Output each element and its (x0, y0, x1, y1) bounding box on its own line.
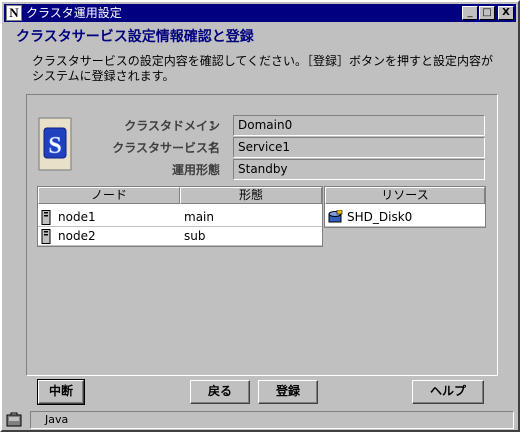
maximize-button[interactable]: □ (479, 6, 495, 20)
domain-value: Domain0 (233, 115, 485, 136)
service-name-value: Service1 (233, 137, 485, 158)
java-security-icon (6, 412, 22, 427)
resource-table[interactable]: リソース SHD_Disk0 (324, 186, 486, 228)
server-icon (41, 229, 51, 244)
operation-mode-colon: : (210, 161, 215, 175)
mode-column-header[interactable]: 形態 (180, 187, 322, 204)
close-button[interactable]: X (498, 6, 514, 20)
table-row[interactable]: node1 main (38, 208, 322, 227)
help-button[interactable]: ヘルプ (412, 380, 484, 404)
status-text: Java (30, 411, 514, 429)
service-name-label: クラスタサービス名 (112, 141, 220, 155)
mode-cell: main (180, 208, 322, 227)
resource-cell: SHD_Disk0 (325, 208, 485, 227)
abort-button[interactable]: 中断 (37, 379, 85, 405)
domain-label: クラスタドメイン (124, 119, 220, 133)
service-name-colon: : (210, 139, 215, 153)
app-icon[interactable]: N (6, 5, 22, 21)
description-line-1: クラスタサービスの設定内容を確認してください。［登録］ボタンを押すと設定内容が (32, 54, 494, 68)
dialog-window: N クラスタ運用設定 _ □ X クラスタサービス設定情報確認と登録 クラスタサ… (0, 0, 520, 432)
table-row[interactable]: node2 sub (38, 227, 322, 246)
mode-cell: sub (180, 227, 322, 246)
page-title: クラスタサービス設定情報確認と登録 (16, 29, 254, 45)
back-button[interactable]: 戻る (190, 380, 250, 404)
resource-name: SHD_Disk0 (347, 210, 413, 224)
node-name: node1 (58, 210, 96, 224)
operation-mode-value: Standby (233, 159, 485, 180)
node-cell: node2 (38, 227, 180, 246)
node-column-header[interactable]: ノード (38, 187, 180, 204)
node-table[interactable]: ノード 形態 node1 main node2 sub (37, 186, 323, 247)
minimize-button[interactable]: _ (462, 6, 478, 20)
resource-column-header[interactable]: リソース (325, 187, 485, 204)
status-bar: Java (4, 410, 516, 430)
register-button[interactable]: 登録 (258, 380, 318, 404)
domain-colon: : (210, 117, 215, 131)
operation-mode-label: 運用形態 (171, 163, 220, 177)
disk-icon (328, 210, 343, 223)
node-name: node2 (58, 229, 96, 243)
server-icon (41, 210, 51, 225)
window-title: クラスタ運用設定 (26, 6, 122, 20)
node-cell: node1 (38, 208, 180, 227)
list-item[interactable]: SHD_Disk0 (325, 208, 485, 227)
description: クラスタサービスの設定内容を確認してください。［登録］ボタンを押すと設定内容が … (32, 54, 508, 84)
title-bar[interactable]: N クラスタ運用設定 _ □ X (4, 4, 516, 22)
description-line-2: システムに登録されます。 (32, 69, 175, 83)
